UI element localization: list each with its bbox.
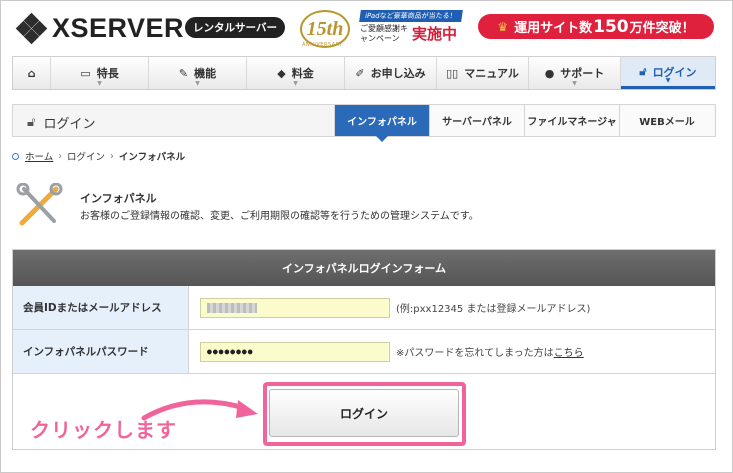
nav-label: お申し込み	[370, 67, 426, 80]
nav-item-manual[interactable]: ▯▯ マニュアル	[437, 57, 529, 89]
password-label: インフォパネルパスワード	[13, 330, 189, 373]
rental-server-badge: レンタルサーバー	[185, 17, 285, 38]
password-hint: ※パスワードを忘れてしまった方はこちら	[396, 344, 584, 359]
chevron-down-icon: ▼	[293, 80, 298, 87]
nav-item-home[interactable]: ⌂	[13, 57, 51, 89]
chevron-down-icon: ▼	[97, 80, 102, 87]
tab-serverpanel[interactable]: サーバーパネル	[429, 105, 524, 136]
promo-number: 150	[593, 16, 629, 37]
nav-item-apply[interactable]: ✐ お申し込み	[345, 57, 437, 89]
nav-item-functions[interactable]: ✎ 機能 ▼	[149, 57, 247, 89]
breadcrumb-separator-icon: ›	[58, 150, 63, 162]
password-input[interactable]: ●●●●●●●●	[200, 341, 390, 362]
nav-label: 料金	[291, 67, 314, 80]
nav-label: ログイン	[652, 65, 697, 79]
anniversary-sub: ANNIVERSARY	[302, 42, 343, 48]
anniversary-top-text: iPadなど豪華商品が当たる！	[359, 10, 463, 22]
anniversary-mid-text: ご愛顧感謝キャンペーン	[360, 24, 408, 43]
promo-suffix: 万件突破！	[629, 21, 695, 36]
crown-icon: ♛	[497, 19, 509, 34]
lock-open-icon: 🔓︎	[27, 115, 36, 130]
id-row: 会員IDまたはメールアドレス (例:pxx12345 または登録メールアドレス)	[13, 286, 715, 330]
anniversary-big-text: 実施中	[412, 25, 458, 43]
monitor-icon: ▭	[80, 66, 91, 80]
book-icon: ▯▯	[446, 66, 459, 80]
nav-item-login[interactable]: 🔓︎ ログイン ▼	[621, 57, 715, 89]
chevron-down-icon: ▼	[665, 77, 671, 84]
anniversary-banner[interactable]: 15th ANNIVERSARY iPadなど豪華商品が当たる！ ご愛顧感謝キャ…	[298, 8, 468, 50]
main-nav: ⌂ ▭ 特長 ▼ ✎ 機能 ▼ ◆ 料金 ▼ ✐ お申し込み ▯▯ マニュアル …	[12, 56, 716, 90]
nav-item-features[interactable]: ▭ 特長 ▼	[51, 57, 149, 89]
nav-label: 機能	[194, 67, 217, 80]
logo-text: XSERVER	[52, 13, 185, 43]
tools-icon	[16, 183, 63, 226]
breadcrumb-current: インフォパネル	[118, 152, 186, 163]
nav-item-support[interactable]: ● サポート ▼	[529, 57, 621, 89]
chevron-down-icon: ▼	[572, 80, 577, 87]
password-hint-text: ※パスワードを忘れてしまった方は	[396, 348, 554, 359]
password-field-cell: ●●●●●●●● ※パスワードを忘れてしまった方はこちら	[189, 330, 715, 373]
click-annotation: クリックします	[30, 418, 177, 442]
breadcrumb: ホーム › ログイン › インフォパネル	[12, 149, 185, 163]
lock-icon: 🔓︎	[639, 64, 647, 78]
home-icon: ⌂	[27, 66, 36, 80]
logo-diamond-icon	[15, 12, 48, 44]
id-input[interactable]	[200, 297, 390, 318]
tag-icon: ◆	[277, 66, 286, 80]
tools-icon: ✎	[178, 66, 189, 80]
tab-infopanel[interactable]: インフォパネル	[334, 105, 429, 142]
breadcrumb-separator-icon: ›	[110, 150, 114, 162]
tab-filemanager[interactable]: ファイルマネージャ	[524, 105, 619, 136]
intro-description: お客様のご登録情報の確認、変更、ご利用期限の確認等を行うための管理システムです。	[80, 211, 479, 222]
subheader-title: 🔓︎ ログイン	[27, 113, 95, 132]
id-field-cell: (例:pxx12345 または登録メールアドレス)	[189, 286, 715, 329]
nav-label: サポート	[560, 67, 605, 80]
nav-item-pricing[interactable]: ◆ 料金 ▼	[247, 57, 345, 89]
login-subheader: 🔓︎ ログイン インフォパネル サーバーパネル ファイルマネージャ WEBメール	[12, 104, 716, 142]
id-label: 会員IDまたはメールアドレス	[13, 286, 189, 329]
blurred-value	[207, 302, 257, 313]
id-hint: (例:pxx12345 または登録メールアドレス)	[396, 304, 591, 315]
pen-icon: ✐	[355, 66, 365, 80]
xserver-logo[interactable]: XSERVER	[15, 12, 185, 44]
intro-title: インフォパネル	[80, 192, 157, 205]
password-row: インフォパネルパスワード ●●●●●●●● ※パスワードを忘れてしまった方はこち…	[13, 330, 715, 374]
user-icon: ●	[544, 66, 555, 80]
promo-banner[interactable]: ♛ 運用サイト数 150 万件突破！	[478, 14, 714, 39]
breadcrumb-ring-icon	[12, 152, 19, 160]
login-button[interactable]: ログイン	[269, 389, 459, 437]
breadcrumb-home-link[interactable]: ホーム	[25, 149, 53, 163]
chevron-down-icon: ▼	[195, 80, 200, 87]
form-heading: インフォパネルログインフォーム	[13, 250, 715, 286]
login-tabs: インフォパネル サーバーパネル ファイルマネージャ WEBメール	[334, 105, 714, 142]
breadcrumb-login: ログイン	[67, 152, 106, 163]
nav-label: マニュアル	[464, 67, 519, 80]
password-reset-link[interactable]: こちら	[554, 348, 584, 359]
nav-label: 特長	[96, 67, 119, 80]
subheader-title-text: ログイン	[43, 117, 96, 132]
tab-webmail[interactable]: WEBメール	[619, 105, 714, 136]
promo-prefix: 運用サイト数	[514, 21, 593, 36]
